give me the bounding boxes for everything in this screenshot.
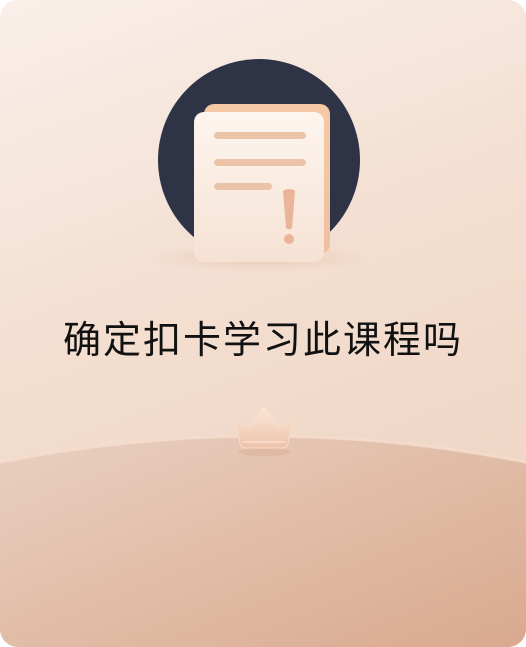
crown-icon — [234, 407, 294, 456]
document-warning-icon — [148, 59, 368, 272]
confirm-dialog: 确定扣卡学习此课程吗 — [0, 0, 526, 647]
dialog-title: 确定扣卡学习此课程吗 — [62, 318, 463, 362]
